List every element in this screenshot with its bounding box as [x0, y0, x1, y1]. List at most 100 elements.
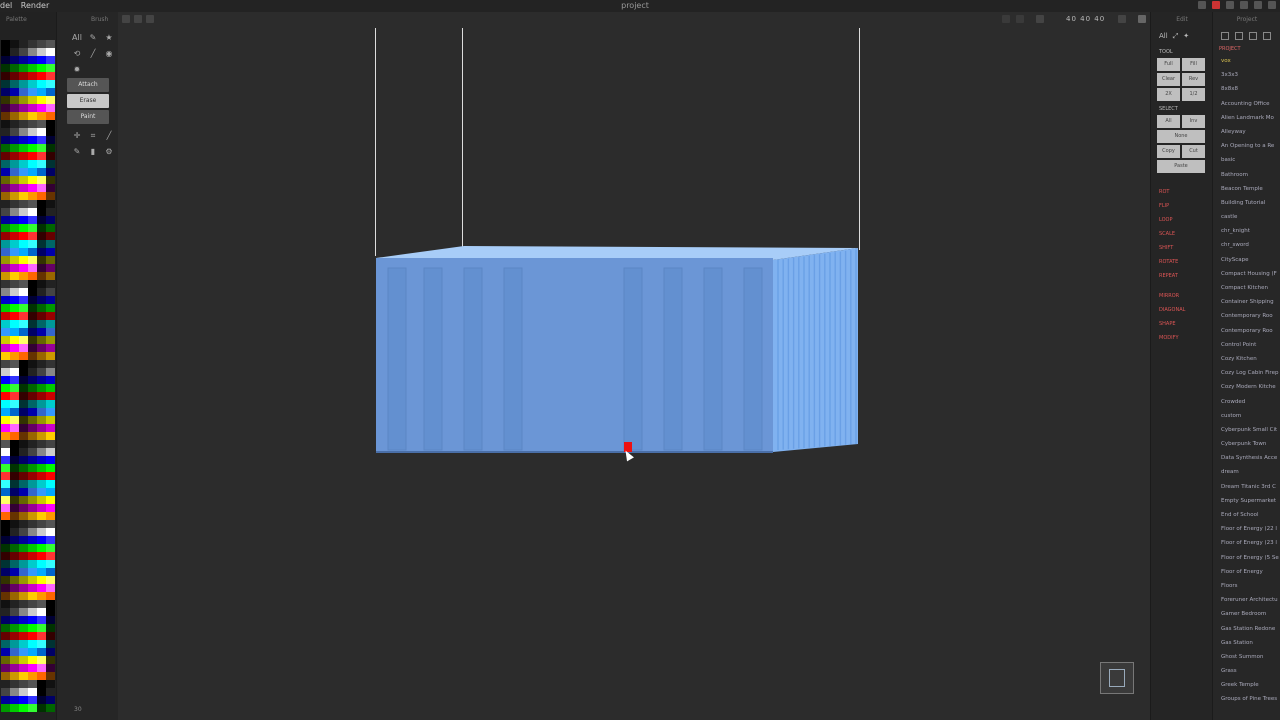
palette-swatch[interactable]: [37, 176, 46, 184]
palette-swatch[interactable]: [28, 592, 37, 600]
palette-swatch[interactable]: [10, 416, 19, 424]
palette-swatch[interactable]: [19, 56, 28, 64]
palette-swatch[interactable]: [10, 144, 19, 152]
palette-swatch[interactable]: [28, 88, 37, 96]
edit-mode-all[interactable]: All: [1159, 32, 1168, 41]
palette-swatch[interactable]: [46, 176, 55, 184]
palette-swatch[interactable]: [1, 416, 10, 424]
palette-swatch[interactable]: [37, 528, 46, 536]
project-list-item[interactable]: Cozy Log Cabin Firep: [1221, 366, 1280, 380]
project-list-item[interactable]: Compact Housing (F: [1221, 267, 1280, 281]
palette-swatch[interactable]: [46, 560, 55, 568]
palette-swatch[interactable]: [1, 160, 10, 168]
palette-swatch[interactable]: [1, 544, 10, 552]
palette-swatch[interactable]: [19, 584, 28, 592]
palette-swatch[interactable]: [1, 584, 10, 592]
palette-swatch[interactable]: [19, 192, 28, 200]
palette-swatch[interactable]: [46, 616, 55, 624]
palette-swatch[interactable]: [46, 664, 55, 672]
palette-swatch[interactable]: [28, 344, 37, 352]
palette-swatch[interactable]: [37, 448, 46, 456]
palette-swatch[interactable]: [10, 400, 19, 408]
palette-swatch[interactable]: [10, 272, 19, 280]
palette-swatch[interactable]: [46, 88, 55, 96]
palette-swatch[interactable]: [37, 424, 46, 432]
palette-swatch[interactable]: [28, 560, 37, 568]
palette-swatch[interactable]: [46, 136, 55, 144]
palette-swatch[interactable]: [10, 576, 19, 584]
project-list-item[interactable]: Crowded: [1221, 395, 1280, 409]
magic-wand-icon[interactable]: ✦: [1183, 32, 1189, 41]
palette-swatch[interactable]: [1, 152, 10, 160]
palette-swatch[interactable]: [46, 568, 55, 576]
repeat-section[interactable]: REPEAT: [1151, 269, 1213, 283]
palette-swatch[interactable]: [10, 112, 19, 120]
palette-swatch[interactable]: [37, 408, 46, 416]
project-list-item[interactable]: CityScape: [1221, 253, 1280, 267]
palette-swatch[interactable]: [28, 408, 37, 416]
palette-swatch[interactable]: [46, 392, 55, 400]
palette-swatch[interactable]: [1, 96, 10, 104]
palette-swatch[interactable]: [28, 488, 37, 496]
palette-swatch[interactable]: [10, 704, 19, 712]
palette-swatch[interactable]: [46, 376, 55, 384]
palette-swatch[interactable]: [28, 448, 37, 456]
palette-swatch[interactable]: [19, 144, 28, 152]
palette-swatch[interactable]: [19, 376, 28, 384]
palette-swatch[interactable]: [1, 256, 10, 264]
palette-swatch[interactable]: [10, 456, 19, 464]
palette-swatch[interactable]: [28, 120, 37, 128]
palette-swatch[interactable]: [46, 544, 55, 552]
palette-swatch[interactable]: [10, 592, 19, 600]
palette-swatch[interactable]: [19, 360, 28, 368]
palette-swatch[interactable]: [28, 584, 37, 592]
palette-swatch[interactable]: [10, 248, 19, 256]
palette-swatch[interactable]: [37, 440, 46, 448]
palette-swatch[interactable]: [37, 336, 46, 344]
palette-swatch[interactable]: [28, 208, 37, 216]
palette-swatch[interactable]: [19, 344, 28, 352]
palette-swatch[interactable]: [19, 176, 28, 184]
project-list-item[interactable]: Building Tutorial: [1221, 196, 1280, 210]
favorite-icon[interactable]: [1235, 32, 1243, 40]
palette-swatch[interactable]: [46, 56, 55, 64]
palette-swatch[interactable]: [19, 400, 28, 408]
palette-swatch[interactable]: [19, 552, 28, 560]
palette-swatch[interactable]: [46, 424, 55, 432]
palette-swatch[interactable]: [37, 256, 46, 264]
palette-swatch[interactable]: [19, 592, 28, 600]
fill-button[interactable]: Fill: [1182, 58, 1205, 71]
palette-swatch[interactable]: [1, 552, 10, 560]
palette-swatch[interactable]: [28, 320, 37, 328]
palette-swatch[interactable]: [37, 344, 46, 352]
palette-swatch[interactable]: [19, 672, 28, 680]
color-palette-grid[interactable]: [1, 40, 55, 712]
palette-swatch[interactable]: [1, 352, 10, 360]
palette-swatch[interactable]: [1, 680, 10, 688]
palette-swatch[interactable]: [1, 640, 10, 648]
palette-swatch[interactable]: [10, 608, 19, 616]
project-list-item[interactable]: Data Synthesis Acce: [1221, 451, 1280, 465]
palette-swatch[interactable]: [1, 672, 10, 680]
palette-swatch[interactable]: [1, 696, 10, 704]
palette-swatch[interactable]: [10, 168, 19, 176]
project-list-item[interactable]: Dream Titanic 3rd C: [1221, 480, 1280, 494]
palette-swatch[interactable]: [46, 344, 55, 352]
palette-swatch[interactable]: [28, 400, 37, 408]
palette-swatch[interactable]: [46, 496, 55, 504]
palette-swatch[interactable]: [10, 520, 19, 528]
palette-swatch[interactable]: [19, 680, 28, 688]
project-list-item[interactable]: Accounting Office: [1221, 97, 1280, 111]
palette-swatch[interactable]: [1, 664, 10, 672]
palette-swatch[interactable]: [19, 264, 28, 272]
palette-swatch[interactable]: [37, 96, 46, 104]
palette-swatch[interactable]: [46, 368, 55, 376]
palette-swatch[interactable]: [19, 288, 28, 296]
palette-swatch[interactable]: [28, 544, 37, 552]
palette-swatch[interactable]: [37, 72, 46, 80]
palette-swatch[interactable]: [37, 320, 46, 328]
palette-swatch[interactable]: [10, 48, 19, 56]
palette-swatch[interactable]: [28, 384, 37, 392]
palette-swatch[interactable]: [19, 600, 28, 608]
paste-button[interactable]: Paste: [1157, 160, 1205, 173]
